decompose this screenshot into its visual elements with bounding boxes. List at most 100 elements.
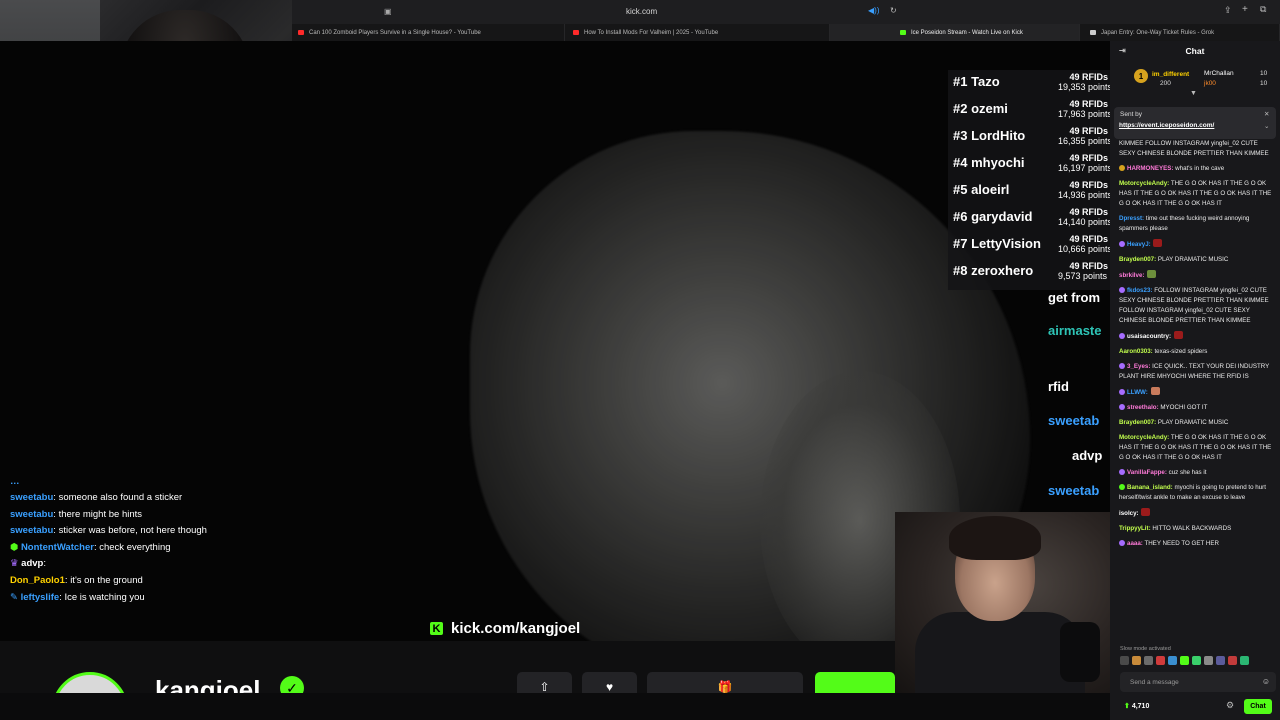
username[interactable]: usaisacountry: <box>1127 333 1171 340</box>
share-button[interactable]: ⇧ <box>517 672 572 693</box>
tab-overview-icon[interactable]: ⧉ <box>1260 4 1266 15</box>
leaderboard-overlay: #1 Tazo 49 RFIDs 19,353 points #2 ozemi 49 … <box>948 70 1110 290</box>
emote-icon[interactable] <box>1156 656 1165 665</box>
emote-icon[interactable] <box>1240 656 1249 665</box>
follow-button[interactable] <box>815 672 895 693</box>
username[interactable]: Aaron0303: <box>1119 348 1153 355</box>
top-gifter-name[interactable]: MrChallan <box>1204 70 1234 77</box>
username[interactable]: LLWW: <box>1127 389 1148 396</box>
leaderboard-rfids: 49 RFIDs <box>1069 207 1108 217</box>
gift-subs-button[interactable]: 🎁 <box>647 672 803 693</box>
leaderboard-row: #1 Tazo 49 RFIDs 19,353 points <box>948 70 1110 96</box>
channel-name[interactable]: kangjoel <box>155 675 260 693</box>
username[interactable]: streethalo: <box>1127 404 1159 411</box>
leaderboard-row: #3 LordHito 49 RFIDs 16,355 points <box>948 124 1110 150</box>
heart-icon: ♥ <box>605 680 614 693</box>
leaderboard-points: 16,197 points <box>1058 163 1110 173</box>
heart-button[interactable]: ♥ <box>582 672 637 693</box>
stream-chat-message: Don_Paolo1: it's on the ground <box>10 574 143 586</box>
message-text: Ice is watching you <box>64 591 145 603</box>
username[interactable]: MotorcycleAndy: <box>1119 180 1169 187</box>
emoji-icon[interactable]: ☺ <box>1262 677 1270 686</box>
tab-zomboid[interactable]: Can 100 Zomboid Players Survive in a Sin… <box>292 24 565 41</box>
emote-icon[interactable] <box>1144 656 1153 665</box>
share-icon[interactable]: ⇪ <box>1224 5 1232 16</box>
message-text: what's in the cave <box>1175 165 1225 172</box>
username[interactable]: Brayden007: <box>1119 419 1156 426</box>
audio-icon[interactable]: ◀)) <box>868 6 879 15</box>
address-bar[interactable]: kick.com <box>626 7 657 16</box>
tab-grok[interactable]: Japan Entry: One-Way Ticket Rules - Grok <box>1080 24 1280 41</box>
message-text: HITTO WALK BACKWARDS <box>1152 525 1232 532</box>
stream-overlay-chat: … sweetabu: someone also found a sticker… <box>10 474 270 606</box>
tab-label: Ice Poseidon Stream - Watch Live on Kick <box>911 29 1023 36</box>
gear-icon[interactable]: ⚙ <box>1226 700 1234 711</box>
username[interactable]: Banana_island: <box>1127 484 1173 491</box>
chat-message: KIMMEE FOLLOW INSTAGRAM yingfei_02 CUTE … <box>1119 139 1275 159</box>
overlay-chat-line: sweetab <box>1048 413 1100 428</box>
overlay-chat-line: get from <box>1048 290 1100 305</box>
leaderboard-points: 14,140 points <box>1058 217 1110 227</box>
username[interactable]: fkdos23: <box>1127 287 1152 294</box>
username[interactable]: HARMONEYES: <box>1127 165 1173 172</box>
chat-message: LLWW: <box>1119 387 1275 398</box>
username: sweetabu <box>10 492 54 503</box>
overlay-chat-line: advp <box>1072 448 1103 463</box>
username: advp <box>21 558 44 570</box>
chat-message: sbrkilve: <box>1119 270 1275 281</box>
leaderboard-rfids: 49 RFIDs <box>1069 234 1108 244</box>
expand-icon[interactable]: ▼ <box>1190 90 1197 97</box>
collapse-chat-icon[interactable]: ⇥ <box>1119 46 1126 55</box>
emote-icon[interactable] <box>1228 656 1237 665</box>
leaderboard-name: #2 ozemi <box>953 101 1008 116</box>
youtube-icon <box>573 30 579 35</box>
leaderboard-points: 17,963 points <box>1058 109 1110 119</box>
emote-icon[interactable] <box>1132 656 1141 665</box>
username[interactable]: VanillaFappe: <box>1127 469 1167 476</box>
pinned-message[interactable]: Sent by https://event.iceposeidon.com/ ✕… <box>1114 107 1276 139</box>
reload-icon[interactable]: ↻ <box>890 6 897 15</box>
new-tab-icon[interactable]: + <box>1242 4 1248 15</box>
chat-message: Banana_island: myochi is going to preten… <box>1119 483 1275 503</box>
unpin-icon[interactable]: ✕ <box>1264 110 1269 118</box>
username[interactable]: Brayden007: <box>1119 256 1156 263</box>
username[interactable]: MotorcycleAndy: <box>1119 434 1169 441</box>
chevron-down-icon[interactable]: ⌄ <box>1264 122 1269 130</box>
top-gifter-name[interactable]: jk00 <box>1204 80 1216 87</box>
emote-icon[interactable] <box>1216 656 1225 665</box>
username[interactable]: HeavyJ: <box>1127 241 1151 248</box>
username[interactable]: TrippyyLit: <box>1119 525 1151 532</box>
emote-icon[interactable] <box>1180 656 1189 665</box>
chat-message: 3_Eyes: ICE QUICK.. TEXT YOUR DEI INDUST… <box>1119 362 1275 382</box>
pinned-link[interactable]: https://event.iceposeidon.com/ <box>1119 122 1214 129</box>
message-text: someone also found a sticker <box>58 492 183 503</box>
send-chat-button[interactable]: Chat <box>1244 699 1272 714</box>
top-gifter-name[interactable]: im_different <box>1152 71 1189 78</box>
username[interactable]: aaaa: <box>1127 540 1143 547</box>
emote-icon[interactable] <box>1192 656 1201 665</box>
username: Don_Paolo1 <box>10 574 65 586</box>
emote-icon[interactable] <box>1204 656 1213 665</box>
username[interactable]: sbrkilve: <box>1119 272 1144 279</box>
tab-valheim[interactable]: How To Install Mods For Valheim | 2025 -… <box>565 24 830 41</box>
chat-footer: ⬆ 4,710 ⚙ Chat <box>1110 695 1280 720</box>
emote-icon[interactable] <box>1168 656 1177 665</box>
leaderboard-points: 19,353 points <box>1058 82 1110 92</box>
username[interactable]: isolcy: <box>1119 510 1139 517</box>
leaderboard-name: #4 mhyochi <box>953 155 1025 170</box>
leaderboard-rfids: 49 RFIDs <box>1069 72 1108 82</box>
leaderboard-name: #5 aloeirl <box>953 182 1010 197</box>
leaderboard-points: 9,573 points <box>1058 271 1108 281</box>
tab-kick[interactable]: Ice Poseidon Stream - Watch Live on Kick <box>830 24 1080 41</box>
stream-chat-message: ⬢ NontentWatcher: check everything <box>10 541 171 553</box>
chat-message: MotorcycleAndy: THE G O OK HAS IT THE G … <box>1119 433 1275 463</box>
top-gifter-count: 10 <box>1260 70 1268 77</box>
avatar[interactable] <box>52 672 128 693</box>
username[interactable]: Dpresst: <box>1119 215 1144 222</box>
page-icon[interactable]: ▣ <box>384 7 392 16</box>
chat-message-input[interactable]: Send a message ☺ <box>1120 672 1276 692</box>
emote-icon[interactable] <box>1120 656 1129 665</box>
username[interactable]: 3_Eyes: <box>1127 363 1150 370</box>
emote-icon <box>1173 331 1183 339</box>
chat-message: MotorcycleAndy: THE G O OK HAS IT THE G … <box>1119 179 1275 209</box>
